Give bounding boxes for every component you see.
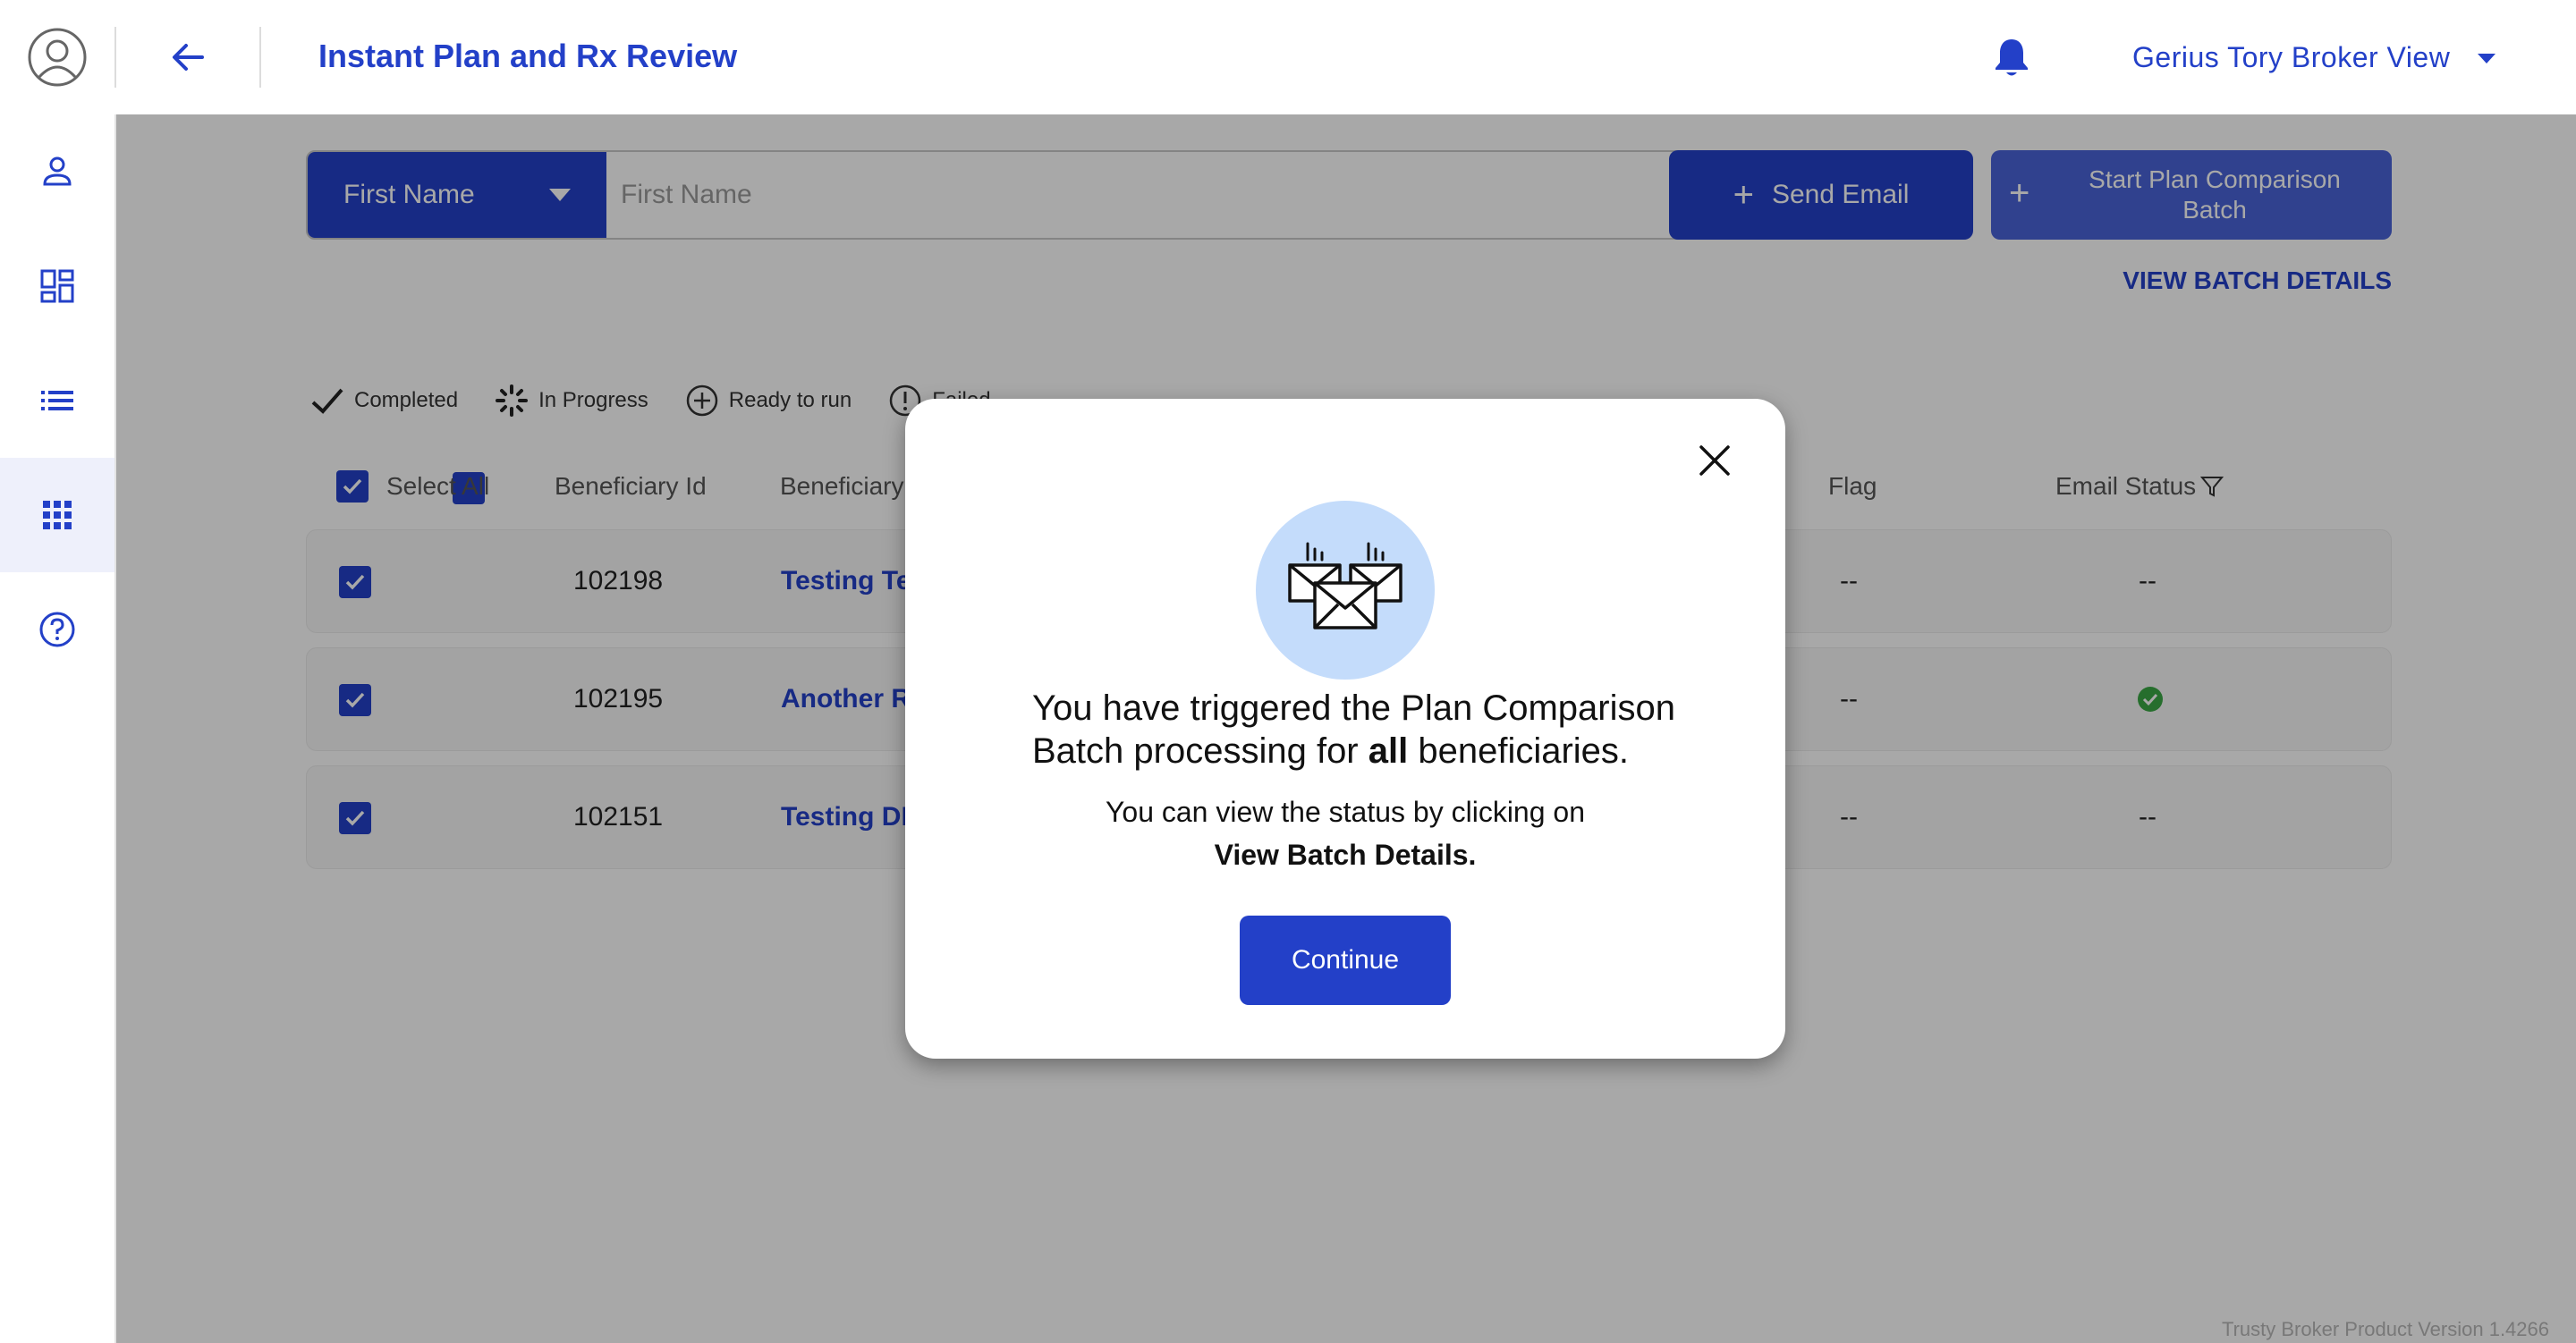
continue-button[interactable]: Continue: [1240, 916, 1451, 1005]
page-title: Instant Plan and Rx Review: [318, 38, 738, 74]
dialog-subtext: You can view the status by clicking on V…: [905, 790, 1785, 876]
back-arrow-icon[interactable]: [166, 36, 209, 79]
user-avatar-icon[interactable]: [27, 27, 88, 88]
divider: [114, 27, 116, 88]
batch-triggered-dialog: You have triggered the Plan Comparison B…: [905, 399, 1785, 1059]
sidebar-item-dashboard[interactable]: [0, 229, 114, 343]
dialog-message-part2: beneficiaries.: [1408, 731, 1630, 771]
notification-bell-icon[interactable]: [1991, 36, 2032, 79]
sidebar-item-apps[interactable]: [0, 458, 114, 572]
dialog-subtext-line2: View Batch Details.: [1214, 839, 1477, 871]
grid-icon: [43, 501, 72, 529]
user-menu[interactable]: Gerius Tory Broker View: [2132, 41, 2450, 74]
sidebar-item-profile[interactable]: [0, 114, 114, 229]
dialog-message: You have triggered the Plan Comparison B…: [1032, 687, 1712, 773]
close-icon[interactable]: [1694, 440, 1735, 481]
dashboard-icon: [40, 269, 74, 303]
envelopes-icon: [1288, 542, 1402, 629]
top-bar: Instant Plan and Rx Review Gerius Tory B…: [0, 0, 2576, 114]
dialog-subtext-line1: You can view the status by clicking on: [1105, 796, 1585, 828]
sidebar: [0, 114, 116, 1343]
help-icon: [39, 612, 75, 647]
sidebar-item-list[interactable]: [0, 343, 114, 458]
divider: [259, 27, 261, 88]
sidebar-item-help[interactable]: [0, 572, 114, 687]
list-icon: [41, 391, 73, 410]
dialog-message-bold: all: [1368, 731, 1409, 771]
person-icon: [43, 156, 72, 186]
email-batch-illustration: [1256, 501, 1435, 680]
chevron-down-icon[interactable]: [2478, 54, 2496, 63]
